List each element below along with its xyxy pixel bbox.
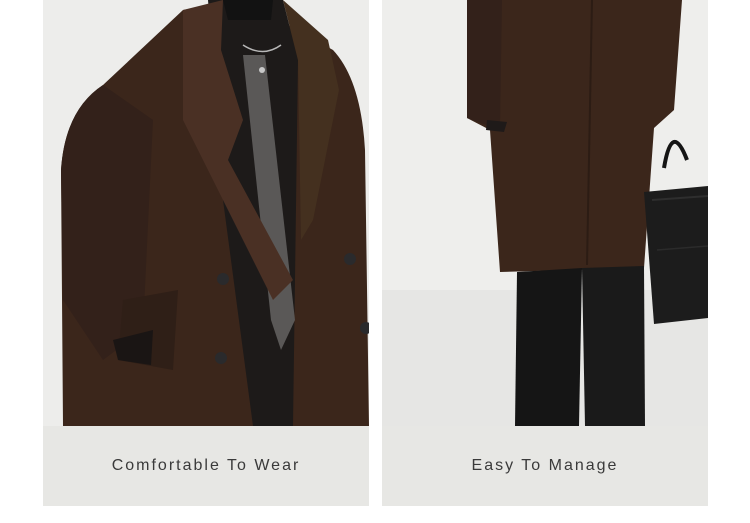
product-panel-comfort: Comfortable To Wear	[43, 0, 369, 506]
caption-comfortable: Comfortable To Wear	[43, 426, 369, 506]
coat-closeup-photo	[43, 0, 369, 426]
product-panel-manage: Easy To Manage	[382, 0, 708, 506]
coat-with-handbag-photo	[382, 0, 708, 426]
caption-easy-manage: Easy To Manage	[382, 426, 708, 506]
